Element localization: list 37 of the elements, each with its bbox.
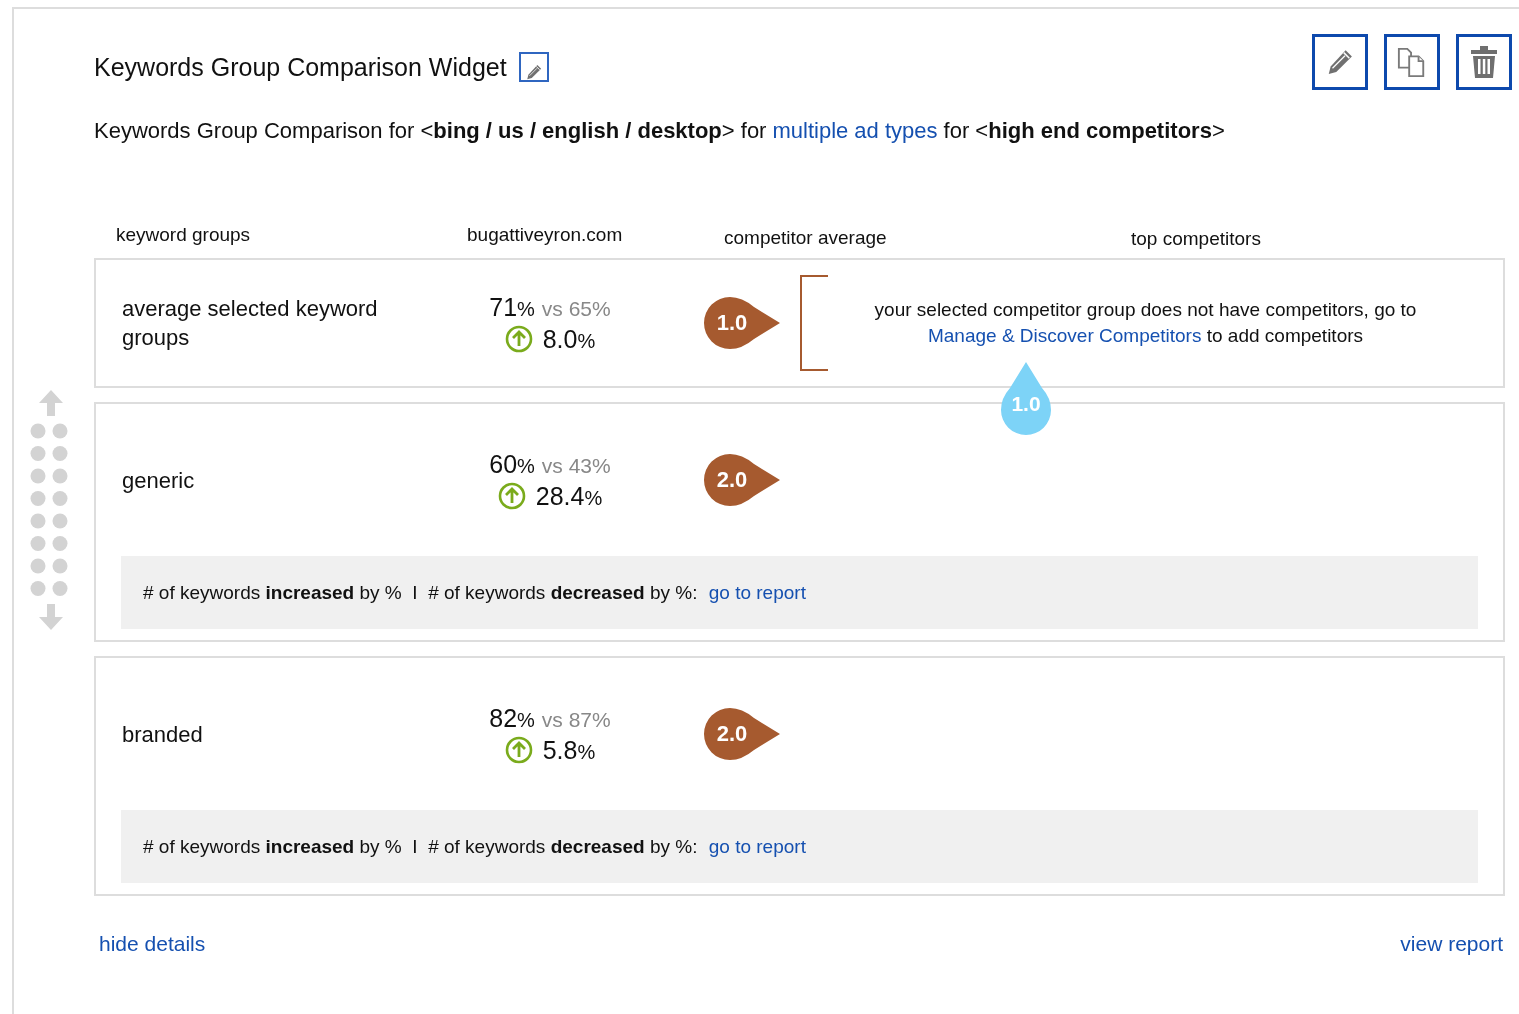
manage-competitors-link[interactable]: Manage & Discover Competitors [927,325,1202,346]
subtitle-text: Keywords Group Comparison for <bing / us / english / desktop> for [94,118,767,144]
keyword-group-name: generic [122,466,196,495]
change-value: 28.4% [535,481,603,511]
go-to-report-link[interactable]: go to report [708,835,806,857]
change-value: 8.0% [542,324,596,354]
column-header: competitor average [724,227,888,250]
keyword-group-name: average selected keyword groups [122,295,379,352]
hide-details-link[interactable]: hide details [99,932,206,956]
score-marker: 1.0 [702,295,780,351]
value-comparison: 60% vs 43% [489,449,611,479]
value-comparison: 71% vs 65% [489,292,611,322]
edit-title-button[interactable] [518,52,549,82]
keyword-group-name: branded [122,720,204,749]
value-comparison: 82% vs 87% [489,703,611,733]
column-header: keyword groups [116,224,252,247]
subtitle-text: for <high end competitors> [943,118,1225,144]
pencil-icon[interactable] [524,63,543,81]
keywords-change-text: # of keywords increased by % I # of keywords decreased by %: go to report [143,835,806,858]
go-to-report-link[interactable]: go to report [708,581,806,603]
view-report-link[interactable]: view report [1400,932,1503,956]
change-value: 5.8% [542,735,596,765]
no-competitors-message: your selected competitor group does not have competitors, go to Manage & Discover Competitors to add competitors [873,298,1418,348]
ad-types-link[interactable]: multiple ad types [772,118,938,144]
delete-button[interactable] [1456,34,1512,90]
drag-handle-icon[interactable] [30,423,68,597]
column-header: top competitors [1131,228,1262,251]
score-marker: 2.0 [702,452,780,508]
copy-button[interactable] [1384,34,1440,90]
widget-title: Keywords Group Comparison Widget [94,52,507,82]
edit-button[interactable] [1312,34,1368,90]
score-marker: 1.0 [999,360,1053,438]
score-marker: 2.0 [702,706,780,762]
keywords-change-text: # of keywords increased by % I # of keywords decreased by %: go to report [143,581,806,604]
documents-icon[interactable] [1397,45,1427,79]
trash-icon[interactable] [1470,45,1498,79]
column-header: bugattiveyron.com [467,224,624,247]
